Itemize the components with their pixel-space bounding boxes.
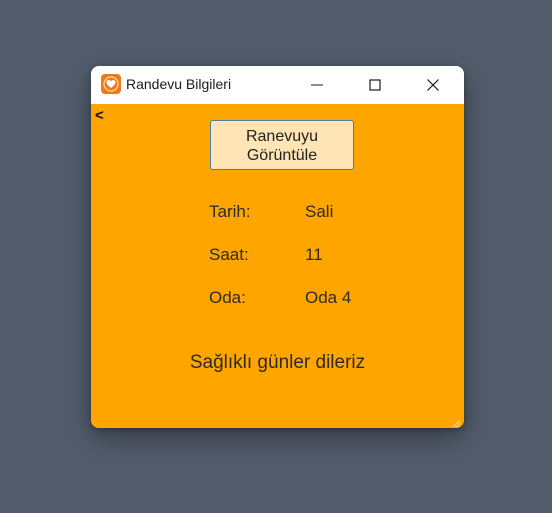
date-label: Tarih: — [209, 202, 251, 221]
date-value: Sali — [305, 202, 334, 221]
minimize-icon — [311, 84, 323, 86]
room-label: Oda: — [209, 288, 246, 307]
maximize-button[interactable] — [346, 66, 404, 104]
time-label: Saat: — [209, 245, 249, 264]
content-area: < Ranevuyu Görüntüle Tarih: Sali Saat: 1… — [91, 104, 464, 428]
time-value: 11 — [305, 245, 323, 264]
window-title: Randevu Bilgileri — [126, 76, 232, 92]
back-button[interactable]: < — [95, 108, 104, 124]
minimize-button[interactable] — [288, 66, 346, 104]
maximize-icon — [369, 79, 381, 91]
close-icon — [427, 79, 439, 91]
view-appointment-button[interactable]: Ranevuyu Görüntüle — [210, 120, 354, 170]
farewell-message: Sağlıklı günler dileriz — [189, 352, 366, 373]
view-button-label-line1: Ranevuyu — [245, 128, 319, 145]
title-bar[interactable]: Randevu Bilgileri — [91, 66, 464, 104]
resize-grip-icon[interactable] — [451, 415, 461, 428]
appointment-window: Randevu Bilgileri < Ranevuyu Görüntüle T… — [91, 66, 464, 428]
close-button[interactable] — [404, 66, 462, 104]
view-button-label-line2: Görüntüle — [246, 147, 318, 164]
room-value: Oda 4 — [305, 288, 352, 307]
heart-app-icon — [101, 74, 121, 94]
